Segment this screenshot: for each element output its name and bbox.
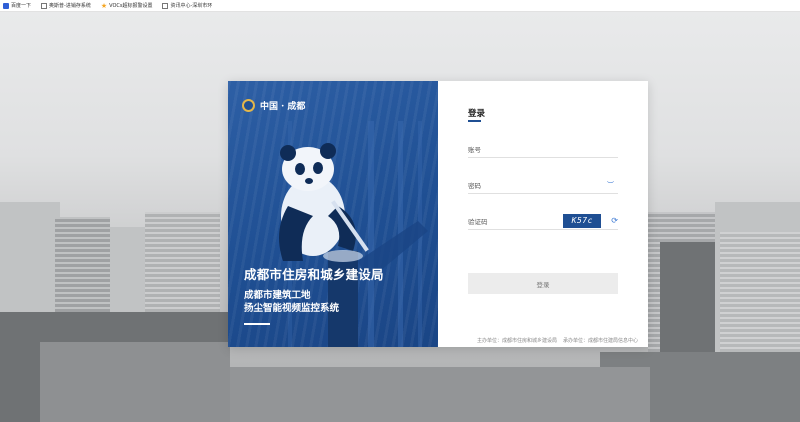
login-card: 中国 · 成都 成都市住房和城乡建设局 成都市建筑工地 扬尘智能视频监控系统 登… [228,81,648,347]
bookmark-inventory[interactable]: 奥斯普-进销存系统 [41,2,91,9]
organizer-text: 主办单位：成都市住房和城乡建设局 [476,337,557,344]
system-title-line1: 成都市建筑工地 [244,290,311,301]
eye-closed-icon[interactable]: ︶ [607,180,614,190]
brand-panel: 中国 · 成都 成都市住房和城乡建设局 成都市建筑工地 扬尘智能视频监控系统 [228,81,438,347]
login-button[interactable]: 登录 [468,273,618,294]
login-form: 登录 账号 密码 ︶ 验证码 K57c ⟳ 登录 [438,81,648,347]
logo-text: 中国 · 成都 [260,102,306,112]
undertaker-text: 承办单位：成都市住建局信息中心 [562,337,638,344]
title-underline [244,323,270,325]
bookmark-bar: 百度一下 奥斯普-进销存系统 ★ VOCs超标报警设置 资讯中心-深圳市环 [0,0,800,12]
star-icon: ★ [100,1,108,10]
document-icon [162,2,169,9]
bookmark-label: VOCs超标报警设置 [109,3,153,9]
bookmark-label: 资讯中心-深圳市环 [170,3,213,9]
bookmark-news[interactable]: 资讯中心-深圳市环 [162,2,212,9]
bookmark-label: 奥斯普-进销存系统 [49,3,91,9]
brand-logo: 中国 · 成都 [242,99,305,112]
bookmark-label: 百度一下 [11,3,32,9]
card-footer: 主办单位：成都市住房和城乡建设局 承办单位：成都市住建局信息中心 [228,333,648,347]
document-icon [41,2,48,9]
baidu-icon [3,2,9,9]
captcha-image[interactable]: K57c [563,213,602,228]
password-placeholder: 密码 [468,181,481,190]
login-title-underline [468,120,481,122]
password-field[interactable]: 密码 ︶ [468,176,618,194]
account-field[interactable]: 账号 [468,140,618,158]
system-title-line2: 扬尘智能视频监控系统 [244,303,340,314]
captcha-field[interactable]: 验证码 K57c ⟳ [468,212,618,230]
bookmark-baidu[interactable]: 百度一下 [3,2,31,9]
emblem-icon [242,99,255,112]
refresh-icon[interactable]: ⟳ [611,216,618,225]
bookmark-vocs[interactable]: ★ VOCs超标报警设置 [101,2,153,9]
login-title: 登录 [468,109,486,119]
account-placeholder: 账号 [468,145,481,154]
bureau-name: 成都市住房和城乡建设局 [244,267,384,282]
captcha-placeholder: 验证码 [468,217,488,226]
